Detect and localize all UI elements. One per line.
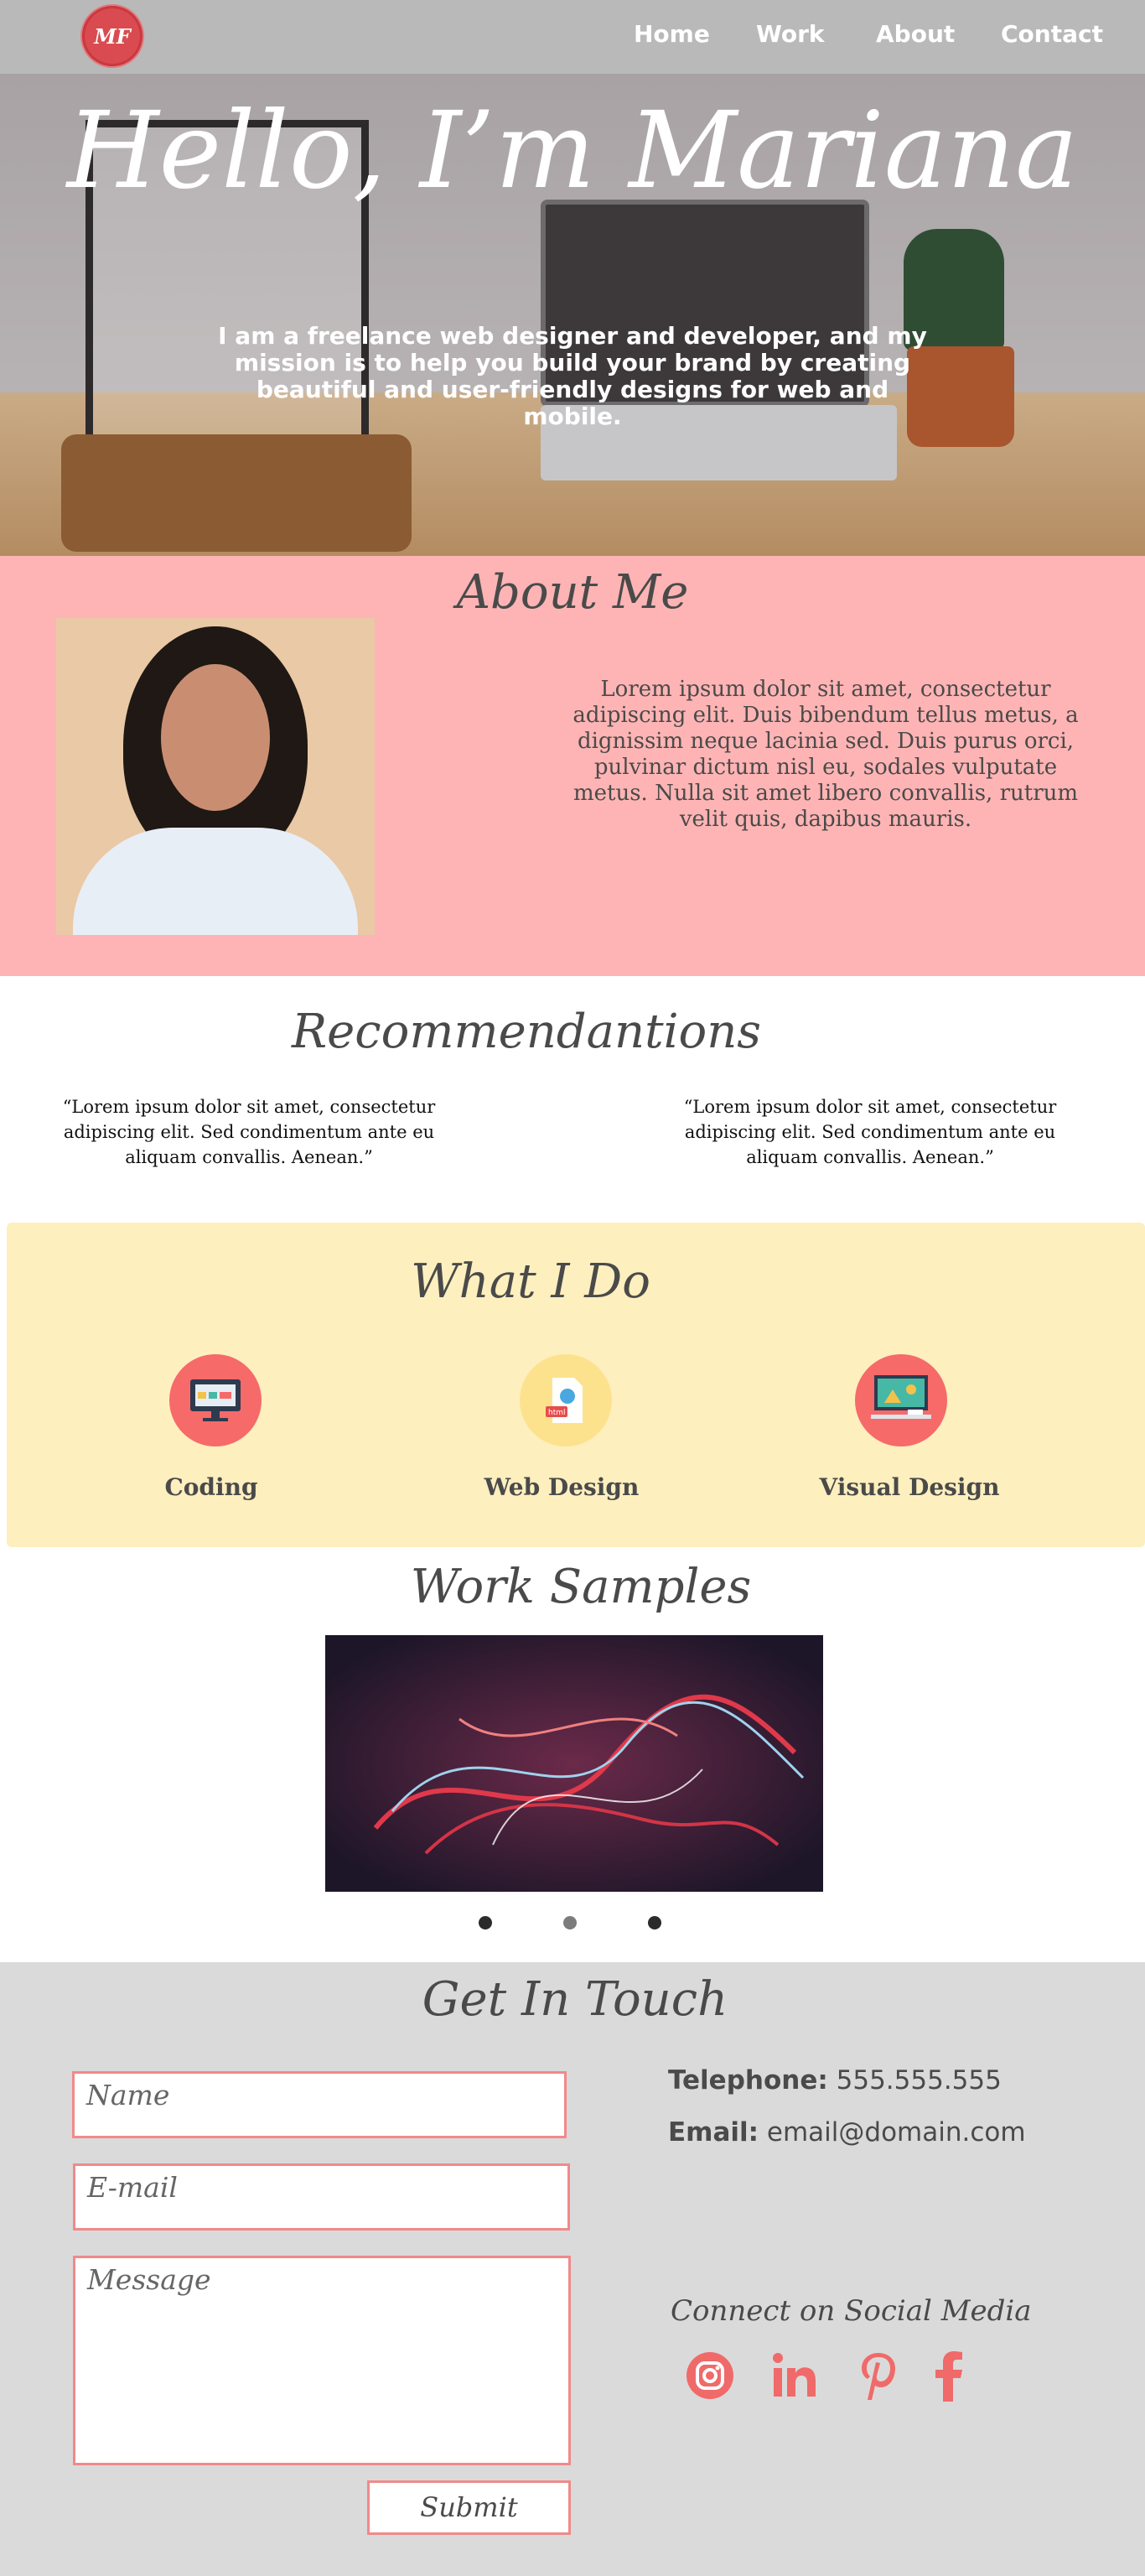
top-nav: MF Home Work About Contact xyxy=(0,0,1145,74)
carousel-dot-3[interactable] xyxy=(648,1916,661,1929)
telephone-value: 555.555.555 xyxy=(836,2065,1002,2096)
email-field[interactable]: E-mail xyxy=(73,2163,570,2231)
carousel-dot-2[interactable] xyxy=(563,1916,577,1929)
monitor-icon xyxy=(169,1354,262,1446)
about-text: Lorem ipsum dolor sit amet, consectetur … xyxy=(572,677,1079,832)
message-field[interactable]: Message xyxy=(73,2256,571,2465)
service-label-coding: Coding xyxy=(164,1473,258,1501)
nav-about-link[interactable]: About xyxy=(876,20,955,48)
hero-intro-text: I am a freelance web designer and develo… xyxy=(218,322,927,430)
hero-title: Hello, I’m Mariana xyxy=(66,89,1079,212)
svg-text:html: html xyxy=(548,1409,566,1417)
hero-tray xyxy=(61,434,412,552)
recommendation-quote-2: “Lorem ipsum dolor sit amet, consectetur… xyxy=(683,1097,1057,1167)
facebook-icon[interactable] xyxy=(922,2346,976,2405)
profile-photo xyxy=(56,618,375,935)
email-value[interactable]: email@domain.com xyxy=(767,2117,1026,2148)
design-desk-icon xyxy=(855,1354,947,1446)
pinterest-icon[interactable] xyxy=(852,2346,905,2405)
service-label-web-design: Web Design xyxy=(484,1473,640,1501)
html-file-icon: html xyxy=(520,1354,612,1446)
name-field[interactable]: Name xyxy=(72,2071,567,2138)
service-label-visual-design: Visual Design xyxy=(819,1473,1000,1501)
nav-work-link[interactable]: Work xyxy=(756,20,825,48)
recommendations-title: Recommendantions xyxy=(291,1005,762,1059)
email-label: Email: xyxy=(668,2117,759,2148)
services-title: What I Do xyxy=(411,1254,650,1309)
nav-home-link[interactable]: Home xyxy=(634,20,710,48)
linkedin-icon[interactable] xyxy=(768,2346,821,2405)
email-info: Email: email@domain.com xyxy=(668,2117,1026,2148)
telephone-info: Telephone: 555.555.555 xyxy=(668,2065,1002,2096)
recommendation-quote-1: “Lorem ipsum dolor sit amet, consectetur… xyxy=(62,1097,436,1167)
work-sample-image[interactable] xyxy=(325,1635,823,1892)
nav-contact-link[interactable]: Contact xyxy=(1001,20,1103,48)
contact-title: Get In Touch xyxy=(422,1972,728,2027)
about-title: About Me xyxy=(456,565,689,620)
work-title: Work Samples xyxy=(410,1560,752,1614)
logo[interactable]: MF xyxy=(82,6,142,66)
social-title: Connect on Social Media xyxy=(671,2294,1032,2328)
telephone-label: Telephone: xyxy=(668,2065,828,2096)
carousel-dot-1[interactable] xyxy=(479,1916,492,1929)
submit-button[interactable]: Submit xyxy=(367,2480,571,2535)
instagram-icon[interactable] xyxy=(683,2346,737,2405)
